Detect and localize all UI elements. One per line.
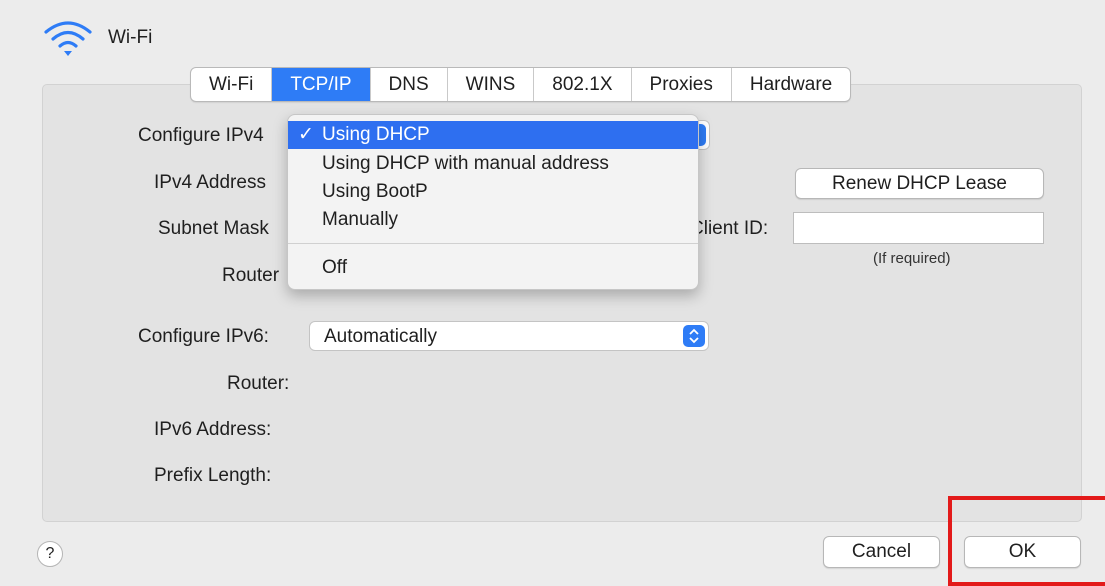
client-id-hint: (If required) <box>873 250 951 267</box>
client-id-field[interactable] <box>793 212 1044 244</box>
configure-ipv6-label: Configure IPv6: <box>138 326 269 347</box>
tab-proxies[interactable]: Proxies <box>632 68 732 101</box>
chevron-up-down-icon <box>683 325 705 347</box>
tab-hardware[interactable]: Hardware <box>732 68 850 101</box>
ipv6-router-label: Router: <box>227 373 290 394</box>
menu-item-label: Manually <box>322 209 399 230</box>
checkmark-icon: ✓ <box>298 124 314 145</box>
tab-wifi[interactable]: Wi-Fi <box>191 68 273 101</box>
menu-item-using-bootp[interactable]: Using BootP <box>288 178 698 206</box>
window-title: Wi-Fi <box>108 27 153 48</box>
configure-ipv4-menu: ✓ Using DHCP Using DHCP with manual addr… <box>287 114 699 290</box>
ipv6-address-label: IPv6 Address: <box>154 419 272 440</box>
ipv4-address-label: IPv4 Address <box>154 172 266 193</box>
tab-tcp-ip[interactable]: TCP/IP <box>272 68 371 101</box>
configure-ipv6-value: Automatically <box>324 326 437 347</box>
prefix-length-label: Prefix Length: <box>154 465 272 486</box>
tab-802-1x[interactable]: 802.1X <box>534 68 632 101</box>
renew-dhcp-lease-button[interactable]: Renew DHCP Lease <box>795 168 1044 199</box>
window-titlebar: Wi-Fi <box>40 18 152 58</box>
menu-item-label: Using DHCP <box>322 124 430 145</box>
cancel-button[interactable]: Cancel <box>823 536 940 568</box>
tab-dns[interactable]: DNS <box>371 68 448 101</box>
annotation-highlight-box <box>948 496 1105 586</box>
wifi-icon <box>44 21 92 56</box>
client-id-label: Client ID: <box>690 218 769 239</box>
tab-wins[interactable]: WINS <box>448 68 535 101</box>
menu-separator <box>288 243 698 244</box>
router-label: Router <box>222 265 280 286</box>
configure-ipv4-label: Configure IPv4 <box>138 125 264 146</box>
menu-item-off[interactable]: Off <box>288 254 698 282</box>
tab-bar: Wi-Fi TCP/IP DNS WINS 802.1X Proxies Har… <box>190 67 852 102</box>
menu-item-label: Using BootP <box>322 181 428 202</box>
menu-item-label: Off <box>322 257 347 278</box>
configure-ipv6-select[interactable]: Automatically <box>309 321 709 351</box>
help-button[interactable]: ? <box>37 541 63 567</box>
menu-item-using-dhcp[interactable]: ✓ Using DHCP <box>288 121 698 149</box>
subnet-mask-label: Subnet Mask <box>158 218 269 239</box>
menu-item-manually[interactable]: Manually <box>288 206 698 234</box>
menu-item-using-dhcp-manual[interactable]: Using DHCP with manual address <box>288 150 698 178</box>
menu-item-label: Using DHCP with manual address <box>322 153 609 174</box>
